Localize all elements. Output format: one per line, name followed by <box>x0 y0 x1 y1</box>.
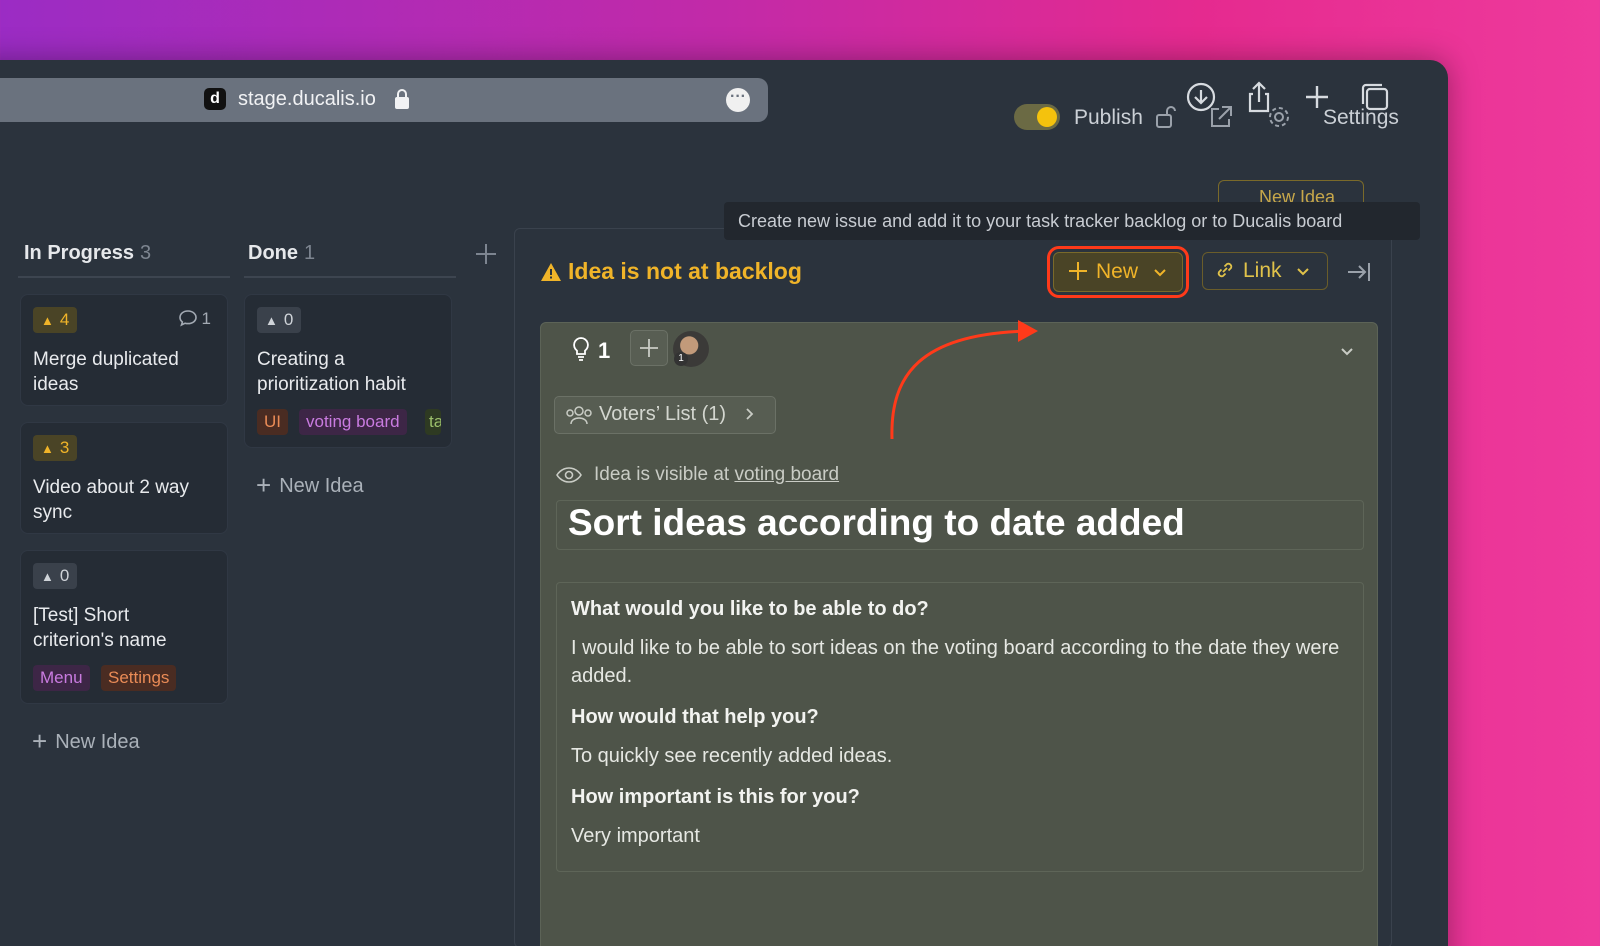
idea-card[interactable]: ▲ 4 1 Merge duplicated ideas <box>20 294 228 406</box>
question: How would that help you? <box>571 706 819 728</box>
tag[interactable]: Settings <box>101 665 177 691</box>
publish-toggle[interactable] <box>1014 104 1060 130</box>
chevron-down-icon[interactable] <box>1336 340 1358 362</box>
plus-icon <box>1069 262 1087 280</box>
question: How important is this for you? <box>571 786 860 808</box>
add-column-icon[interactable] <box>472 240 500 268</box>
lock-icon <box>394 88 410 110</box>
plus-icon <box>640 339 658 357</box>
column-name: In Progress <box>24 242 135 264</box>
visibility-note: Idea is visible at voting board <box>556 464 839 486</box>
new-issue-button[interactable]: New <box>1047 246 1189 298</box>
idea-count: 1 <box>572 336 610 364</box>
add-voter-button[interactable] <box>630 330 668 366</box>
vote-badge[interactable]: ▲ 4 <box>33 307 78 333</box>
external-link-icon[interactable] <box>1208 104 1234 130</box>
gear-icon[interactable] <box>1266 104 1292 130</box>
card-title: Creating a prioritization habit <box>257 349 406 395</box>
upvote-icon: ▲ <box>41 313 54 328</box>
vote-count: 4 <box>59 310 70 329</box>
column-name: Done <box>248 242 298 264</box>
link-icon <box>1217 262 1233 278</box>
avatar-badge: 1 <box>674 352 688 366</box>
question: What would you like to be able to do? <box>571 598 929 620</box>
chevron-right-icon <box>746 408 753 420</box>
answer: I would like to be able to sort ideas on… <box>571 637 1340 687</box>
column-header-done: Done 1 <box>248 242 315 265</box>
backlog-warning: Idea is not at backlog <box>540 258 802 285</box>
comment-count: 1 <box>178 309 211 329</box>
collapse-panel-icon[interactable] <box>1345 258 1373 286</box>
url-text[interactable]: stage.ducalis.io <box>238 88 376 111</box>
publish-label: Publish <box>1074 106 1143 129</box>
upvote-icon: ▲ <box>41 569 54 584</box>
toggle-knob <box>1037 107 1057 127</box>
column-divider <box>244 276 456 278</box>
comment-icon <box>178 310 197 327</box>
column-divider <box>18 276 230 278</box>
voters-list-button[interactable]: Voters’ List (1) <box>554 396 776 434</box>
tooltip: Create new issue and add it to your task… <box>724 202 1420 240</box>
upvote-icon: ▲ <box>265 313 278 328</box>
lightbulb-icon <box>573 337 589 361</box>
column-count: 3 <box>140 242 152 264</box>
card-title: Video about 2 way sync <box>33 477 189 523</box>
idea-card[interactable]: ▲ 0 [Test] Short criterion's name Menu Se… <box>20 550 228 704</box>
upvote-icon: ▲ <box>41 441 54 456</box>
tag[interactable]: Menu <box>33 665 90 691</box>
voting-board-link[interactable]: voting board <box>734 464 839 485</box>
warning-icon <box>541 263 561 281</box>
vote-badge[interactable]: ▲ 3 <box>33 435 78 461</box>
site-favicon: d <box>204 88 226 110</box>
plus-icon: + <box>32 726 48 756</box>
answer: To quickly see recently added ideas. <box>571 745 893 767</box>
vote-badge[interactable]: ▲ 0 <box>33 563 78 589</box>
column-header-in-progress: In Progress 3 <box>24 242 151 265</box>
chevron-down-icon <box>1297 268 1310 276</box>
new-idea-link[interactable]: + New Idea <box>256 470 364 501</box>
settings-label[interactable]: Settings <box>1323 106 1399 130</box>
address-bar[interactable]: d stage.ducalis.io ··· <box>0 78 768 122</box>
idea-card[interactable]: ▲ 0 Creating a prioritization habit UI vo… <box>244 294 452 448</box>
vote-badge[interactable]: ▲ 0 <box>257 307 302 333</box>
tag[interactable]: voting board <box>299 409 407 435</box>
users-icon <box>566 406 592 425</box>
new-idea-link[interactable]: + New Idea <box>32 726 140 757</box>
idea-card[interactable]: ▲ 3 Video about 2 way sync <box>20 422 228 534</box>
vote-count: 0 <box>59 566 70 585</box>
plus-icon: + <box>256 470 272 500</box>
vote-count: 3 <box>59 438 70 457</box>
card-title: [Test] Short criterion's name <box>33 605 167 651</box>
unlock-icon[interactable] <box>1152 104 1178 130</box>
card-title: Merge duplicated ideas <box>33 349 179 395</box>
vote-count: 0 <box>283 310 294 329</box>
answer: Very important <box>571 825 700 847</box>
annotation-arrow <box>890 320 1038 440</box>
more-options-icon[interactable]: ··· <box>726 88 750 112</box>
link-issue-button[interactable]: Link <box>1202 252 1328 290</box>
tag[interactable]: UI <box>257 409 288 435</box>
chevron-down-icon <box>1154 269 1166 277</box>
browser-window: d stage.ducalis.io ··· Publish Settings <box>0 60 1448 946</box>
eye-icon <box>556 467 582 483</box>
column-count: 1 <box>304 242 316 264</box>
idea-title[interactable]: Sort ideas according to date added <box>568 502 1185 544</box>
tag[interactable]: ta <box>425 409 441 435</box>
